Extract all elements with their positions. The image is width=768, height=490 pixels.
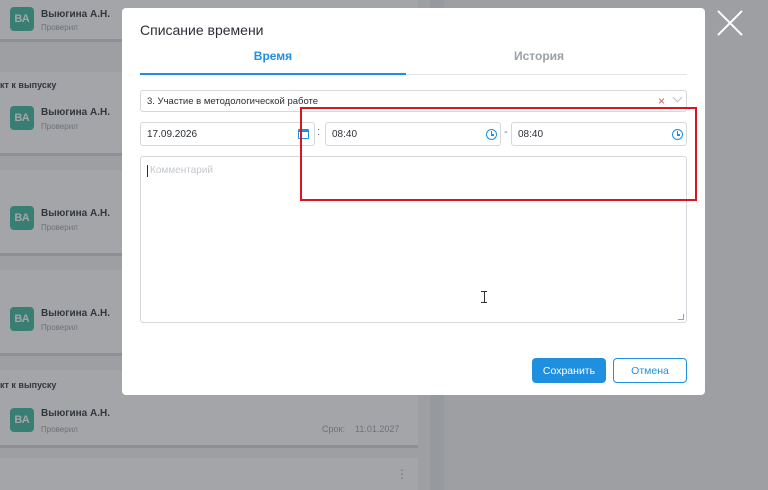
activity-select-value: 3. Участие в методологической работе	[147, 96, 319, 107]
tab-history[interactable]: История	[406, 49, 672, 75]
dialog-title: Списание времени	[140, 22, 264, 38]
save-button[interactable]: Сохранить	[532, 358, 606, 383]
clear-icon[interactable]: ×	[658, 94, 665, 108]
date-value: 17.09.2026	[147, 129, 198, 140]
cancel-button[interactable]: Отмена	[613, 358, 687, 383]
time-writeoff-dialog: Списание времени Время История 3. Участи…	[122, 8, 705, 395]
resize-handle-icon[interactable]	[678, 314, 684, 320]
comment-placeholder: Комментарий	[150, 165, 213, 176]
tab-time[interactable]: Время	[140, 49, 406, 75]
highlight-annotation	[300, 107, 697, 201]
text-caret	[147, 165, 148, 177]
close-icon[interactable]	[716, 9, 744, 37]
text-cursor-icon	[481, 291, 487, 303]
active-tab-indicator	[140, 73, 406, 75]
date-field[interactable]: 17.09.2026	[140, 122, 315, 146]
chevron-down-icon[interactable]	[672, 92, 683, 103]
